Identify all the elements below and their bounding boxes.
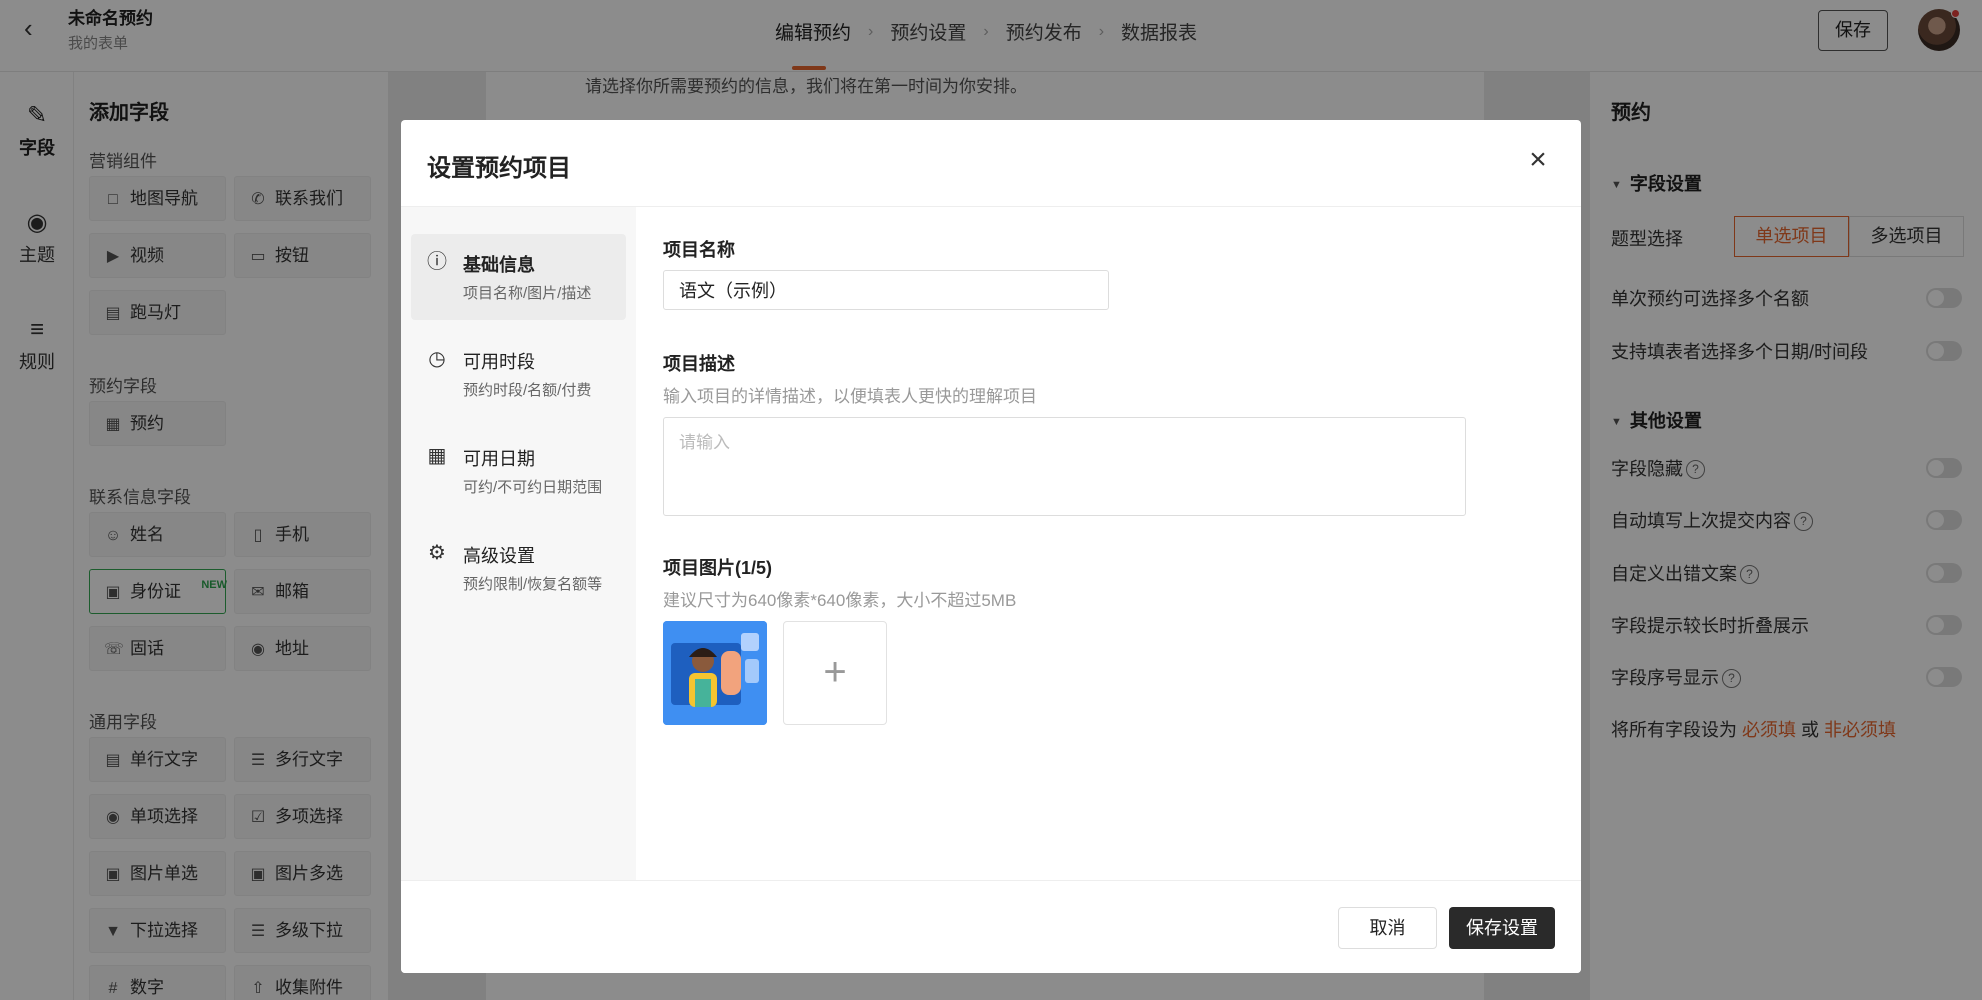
sliders-icon: ⚙ [428,542,446,564]
save-settings-button[interactable]: 保存设置 [1449,907,1555,949]
nav-basic-info[interactable]: ⓘ 基础信息 项目名称/图片/描述 [411,234,626,320]
booking-item-modal: 设置预约项目 × ⓘ 基础信息 项目名称/图片/描述 ◷ 可用时段 预约时段/名… [401,120,1581,973]
plus-icon: + [823,650,847,694]
item-image-hint: 建议尺寸为640像素*640像素，大小不超过5MB [663,591,1017,610]
cancel-button[interactable]: 取消 [1338,907,1437,949]
modal-nav: ⓘ 基础信息 项目名称/图片/描述 ◷ 可用时段 预约时段/名额/付费 ▦ 可用… [401,206,636,880]
item-desc-hint: 输入项目的详情描述，以便填表人更快的理解项目 [663,387,1037,406]
close-icon[interactable]: × [1523,145,1553,176]
nav-available-dates[interactable]: ▦ 可用日期 可约/不可约日期范围 [411,428,626,514]
add-image-button[interactable]: + [783,621,887,725]
item-name-input[interactable] [663,270,1109,310]
info-icon: ⓘ [427,251,447,273]
item-desc-label: 项目描述 [663,354,735,374]
item-desc-textarea[interactable] [663,417,1466,516]
modal-content: 项目名称 项目描述 输入项目的详情描述，以便填表人更快的理解项目 项目图片(1/… [636,206,1581,880]
modal-title: 设置预约项目 [427,155,571,182]
calendar-icon: ▦ [427,445,447,467]
clock-icon: ◷ [428,348,446,370]
illustration-image [663,621,767,725]
item-image-thumbnail[interactable] [663,621,767,725]
modal-footer: 取消 保存设置 [401,880,1581,973]
item-name-label: 项目名称 [663,240,735,260]
nav-advanced-settings[interactable]: ⚙ 高级设置 预约限制/恢复名额等 [411,525,626,611]
nav-time-slots[interactable]: ◷ 可用时段 预约时段/名额/付费 [411,331,626,417]
item-image-label: 项目图片(1/5) [663,558,773,578]
